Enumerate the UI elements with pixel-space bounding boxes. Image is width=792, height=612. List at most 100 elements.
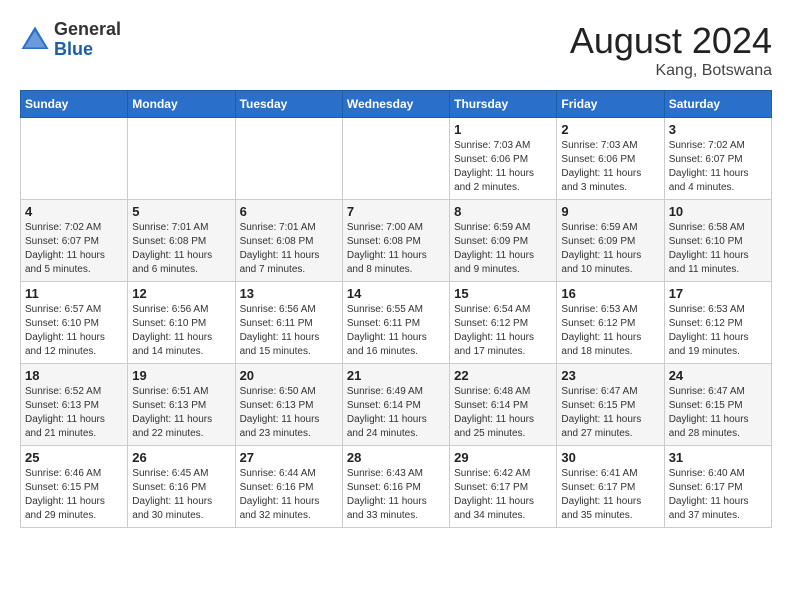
calendar-cell: 6Sunrise: 7:01 AMSunset: 6:08 PMDaylight… [235, 200, 342, 282]
calendar-cell [342, 118, 449, 200]
day-number: 5 [132, 204, 230, 219]
cell-content: Sunrise: 7:01 AMSunset: 6:08 PMDaylight:… [240, 221, 338, 277]
calendar-cell [128, 118, 235, 200]
cell-content: Sunrise: 7:02 AMSunset: 6:07 PMDaylight:… [669, 139, 767, 195]
calendar-cell: 7 Sunrise: 7:00 AMSunset: 6:08 PMDaylight… [342, 200, 449, 282]
day-number: 9 [561, 204, 659, 219]
cell-content: Sunrise: 7:03 AMSunset: 6:06 PMDaylight:… [454, 139, 552, 195]
cell-content: Sunrise: 6:50 AMSunset: 6:13 PMDaylight:… [240, 385, 338, 441]
day-number: 7 [347, 204, 445, 219]
calendar-cell: 26Sunrise: 6:45 AMSunset: 6:16 PMDayligh… [128, 446, 235, 528]
calendar-cell [21, 118, 128, 200]
calendar-cell: 28 Sunrise: 6:43 AMSunset: 6:16 PMDayligh… [342, 446, 449, 528]
day-number: 11 [25, 286, 123, 301]
cell-content: Sunrise: 6:59 AMSunset: 6:09 PMDaylight:… [561, 221, 659, 277]
calendar-cell: 16Sunrise: 6:53 AMSunset: 6:12 PMDayligh… [557, 282, 664, 364]
calendar-cell: 3 Sunrise: 7:02 AMSunset: 6:07 PMDaylight… [664, 118, 771, 200]
cell-content: Sunrise: 6:40 AMSunset: 6:17 PMDaylight:… [669, 467, 767, 523]
cell-content: Sunrise: 7:02 AMSunset: 6:07 PMDaylight:… [25, 221, 123, 277]
weekday-header-sunday: Sunday [21, 91, 128, 118]
cell-content: Sunrise: 6:44 AMSunset: 6:16 PMDaylight:… [240, 467, 338, 523]
calendar-cell: 19 Sunrise: 6:51 AMSunset: 6:13 PMDayligh… [128, 364, 235, 446]
cell-content: Sunrise: 6:49 AMSunset: 6:14 PMDaylight:… [347, 385, 445, 441]
weekday-header-wednesday: Wednesday [342, 91, 449, 118]
calendar-week-4: 18Sunrise: 6:52 AMSunset: 6:13 PMDayligh… [21, 364, 772, 446]
calendar-table: SundayMondayTuesdayWednesdayThursdayFrid… [20, 90, 772, 528]
calendar-cell [235, 118, 342, 200]
day-number: 31 [669, 450, 767, 465]
calendar-cell: 31 Sunrise: 6:40 AMSunset: 6:17 PMDayligh… [664, 446, 771, 528]
day-number: 16 [561, 286, 659, 301]
day-number: 1 [454, 122, 552, 137]
day-number: 23 [561, 368, 659, 383]
cell-content: Sunrise: 6:55 AMSunset: 6:11 PMDaylight:… [347, 303, 445, 359]
calendar-cell: 9 Sunrise: 6:59 AMSunset: 6:09 PMDaylight… [557, 200, 664, 282]
logo-blue: Blue [54, 40, 121, 60]
day-number: 17 [669, 286, 767, 301]
day-number: 22 [454, 368, 552, 383]
weekday-header-friday: Friday [557, 91, 664, 118]
calendar-header: SundayMondayTuesdayWednesdayThursdayFrid… [21, 91, 772, 118]
day-number: 13 [240, 286, 338, 301]
cell-content: Sunrise: 6:59 AMSunset: 6:09 PMDaylight:… [454, 221, 552, 277]
day-number: 27 [240, 450, 338, 465]
weekday-header-thursday: Thursday [450, 91, 557, 118]
calendar-cell: 1 Sunrise: 7:03 AMSunset: 6:06 PMDaylight… [450, 118, 557, 200]
day-number: 20 [240, 368, 338, 383]
cell-content: Sunrise: 6:47 AMSunset: 6:15 PMDaylight:… [561, 385, 659, 441]
cell-content: Sunrise: 6:43 AMSunset: 6:16 PMDaylight:… [347, 467, 445, 523]
cell-content: Sunrise: 6:51 AMSunset: 6:13 PMDaylight:… [132, 385, 230, 441]
calendar-cell: 11 Sunrise: 6:57 AMSunset: 6:10 PMDayligh… [21, 282, 128, 364]
calendar-cell: 18Sunrise: 6:52 AMSunset: 6:13 PMDayligh… [21, 364, 128, 446]
calendar-cell: 21 Sunrise: 6:49 AMSunset: 6:14 PMDayligh… [342, 364, 449, 446]
location: Kang, Botswana [570, 62, 772, 80]
cell-content: Sunrise: 6:42 AMSunset: 6:17 PMDaylight:… [454, 467, 552, 523]
calendar-cell: 14Sunrise: 6:55 AMSunset: 6:11 PMDayligh… [342, 282, 449, 364]
weekday-header-saturday: Saturday [664, 91, 771, 118]
cell-content: Sunrise: 7:00 AMSunset: 6:08 PMDaylight:… [347, 221, 445, 277]
logo-icon [20, 25, 50, 55]
cell-content: Sunrise: 7:03 AMSunset: 6:06 PMDaylight:… [561, 139, 659, 195]
calendar-cell: 13 Sunrise: 6:56 AMSunset: 6:11 PMDayligh… [235, 282, 342, 364]
cell-content: Sunrise: 6:41 AMSunset: 6:17 PMDaylight:… [561, 467, 659, 523]
day-number: 30 [561, 450, 659, 465]
day-number: 29 [454, 450, 552, 465]
calendar-cell: 5Sunrise: 7:01 AMSunset: 6:08 PMDaylight… [128, 200, 235, 282]
cell-content: Sunrise: 6:56 AMSunset: 6:11 PMDaylight:… [240, 303, 338, 359]
day-number: 3 [669, 122, 767, 137]
weekday-header-monday: Monday [128, 91, 235, 118]
weekday-header-tuesday: Tuesday [235, 91, 342, 118]
cell-content: Sunrise: 6:56 AMSunset: 6:10 PMDaylight:… [132, 303, 230, 359]
calendar-cell: 4 Sunrise: 7:02 AMSunset: 6:07 PMDaylight… [21, 200, 128, 282]
logo-general: General [54, 20, 121, 40]
calendar-cell: 20 Sunrise: 6:50 AMSunset: 6:13 PMDayligh… [235, 364, 342, 446]
cell-content: Sunrise: 6:48 AMSunset: 6:14 PMDaylight:… [454, 385, 552, 441]
cell-content: Sunrise: 6:57 AMSunset: 6:10 PMDaylight:… [25, 303, 123, 359]
day-number: 15 [454, 286, 552, 301]
weekday-header-row: SundayMondayTuesdayWednesdayThursdayFrid… [21, 91, 772, 118]
calendar-cell: 23 Sunrise: 6:47 AMSunset: 6:15 PMDayligh… [557, 364, 664, 446]
cell-content: Sunrise: 6:58 AMSunset: 6:10 PMDaylight:… [669, 221, 767, 277]
cell-content: Sunrise: 6:53 AMSunset: 6:12 PMDaylight:… [669, 303, 767, 359]
day-number: 8 [454, 204, 552, 219]
cell-content: Sunrise: 6:54 AMSunset: 6:12 PMDaylight:… [454, 303, 552, 359]
day-number: 10 [669, 204, 767, 219]
calendar-cell: 15 Sunrise: 6:54 AMSunset: 6:12 PMDayligh… [450, 282, 557, 364]
calendar-week-2: 4 Sunrise: 7:02 AMSunset: 6:07 PMDaylight… [21, 200, 772, 282]
cell-content: Sunrise: 6:52 AMSunset: 6:13 PMDaylight:… [25, 385, 123, 441]
cell-content: Sunrise: 6:47 AMSunset: 6:15 PMDaylight:… [669, 385, 767, 441]
title-block: August 2024 Kang, Botswana [570, 20, 772, 80]
day-number: 21 [347, 368, 445, 383]
day-number: 24 [669, 368, 767, 383]
day-number: 28 [347, 450, 445, 465]
calendar-cell: 29 Sunrise: 6:42 AMSunset: 6:17 PMDayligh… [450, 446, 557, 528]
logo: General Blue [20, 20, 121, 60]
calendar-cell: 8 Sunrise: 6:59 AMSunset: 6:09 PMDaylight… [450, 200, 557, 282]
calendar-cell: 17 Sunrise: 6:53 AMSunset: 6:12 PMDayligh… [664, 282, 771, 364]
day-number: 19 [132, 368, 230, 383]
cell-content: Sunrise: 6:46 AMSunset: 6:15 PMDaylight:… [25, 467, 123, 523]
calendar-week-5: 25Sunrise: 6:46 AMSunset: 6:15 PMDayligh… [21, 446, 772, 528]
day-number: 4 [25, 204, 123, 219]
calendar-cell: 25Sunrise: 6:46 AMSunset: 6:15 PMDayligh… [21, 446, 128, 528]
calendar-cell: 2Sunrise: 7:03 AMSunset: 6:06 PMDaylight… [557, 118, 664, 200]
